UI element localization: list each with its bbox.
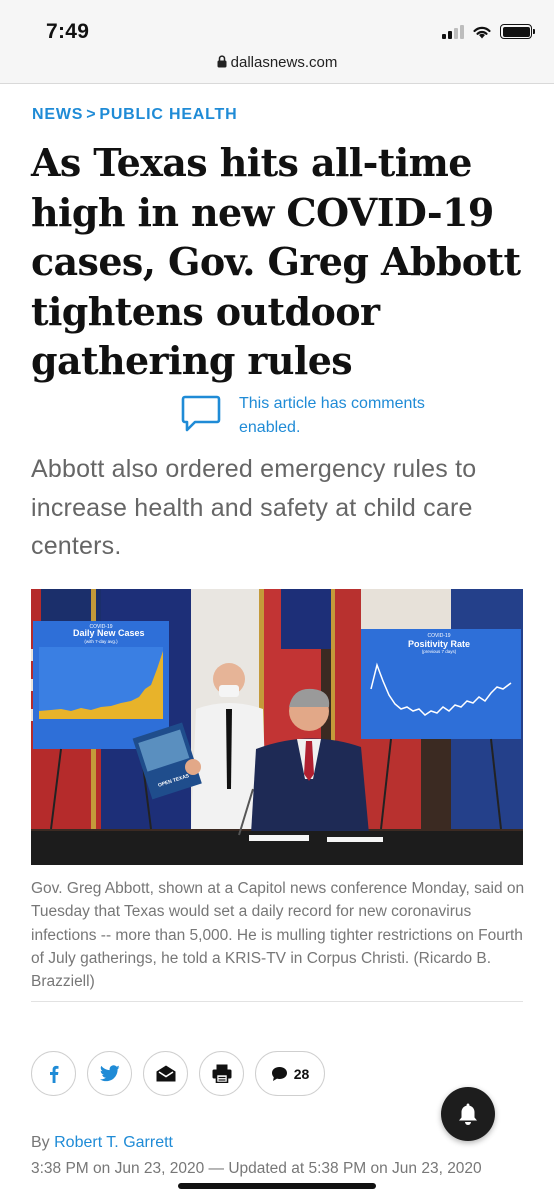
lock-icon [217, 55, 227, 68]
print-button[interactable] [199, 1051, 244, 1096]
photo-caption: Gov. Greg Abbott, shown at a Capitol new… [31, 877, 525, 993]
author-link[interactable]: Robert T. Garrett [54, 1134, 173, 1151]
divider [31, 1001, 523, 1002]
byline: By Robert T. Garrett [31, 1134, 173, 1152]
share-buttons: 28 [31, 1051, 325, 1096]
battery-icon [500, 24, 535, 39]
comment-bubble-icon [271, 1066, 287, 1081]
facebook-share-button[interactable] [31, 1051, 76, 1096]
article-photo[interactable]: COVID-19 Daily New Cases (with 7-day avg… [31, 589, 523, 865]
comment-bubble-icon [181, 395, 221, 432]
article-dek: Abbott also ordered emergency rules to i… [31, 455, 477, 560]
facebook-icon [49, 1065, 58, 1083]
comments-enabled-link[interactable]: This article has comments enabled. [180, 392, 459, 440]
twitter-share-button[interactable] [87, 1051, 132, 1096]
address-bar[interactable]: dallasnews.com [0, 54, 554, 71]
byline-prefix: By [31, 1134, 50, 1151]
url-text: dallasnews.com [230, 54, 338, 71]
article-timestamp: 3:38 PM on Jun 23, 2020 — Updated at 5:3… [31, 1160, 482, 1177]
right-chart-title: Positivity Rate [408, 639, 470, 649]
breadcrumb-public-health[interactable]: PUBLIC HEALTH [99, 106, 237, 123]
email-icon [156, 1065, 175, 1082]
print-icon [212, 1064, 231, 1083]
home-indicator[interactable] [178, 1183, 376, 1189]
comments-button[interactable]: 28 [255, 1051, 325, 1096]
bell-icon [459, 1103, 477, 1125]
headline: As Texas hits all-time high in new COVID… [31, 140, 521, 383]
press-conference-illustration: COVID-19 Daily New Cases (with 7-day avg… [31, 589, 523, 865]
wifi-icon [473, 26, 491, 38]
left-chart-subtitle: (with 7-day avg.) [84, 639, 118, 644]
breadcrumb-separator: > [86, 106, 97, 123]
email-share-button[interactable] [143, 1051, 188, 1096]
breadcrumb: NEWS > PUBLIC HEALTH [32, 106, 237, 124]
cellular-signal-icon [442, 24, 464, 39]
status-time: 7:49 [46, 20, 90, 43]
comments-enabled-text: This article has comments enabled. [239, 395, 425, 436]
twitter-icon [99, 1065, 120, 1082]
comment-count: 28 [293, 1065, 310, 1082]
browser-chrome: 7:49 dallasnews.com [0, 0, 554, 84]
notifications-button[interactable] [441, 1087, 495, 1141]
breadcrumb-news[interactable]: NEWS [32, 106, 83, 123]
left-chart-title: Daily New Cases [73, 628, 145, 638]
right-chart-subtitle: (previous 7 days) [422, 649, 457, 654]
status-icons [442, 24, 535, 39]
